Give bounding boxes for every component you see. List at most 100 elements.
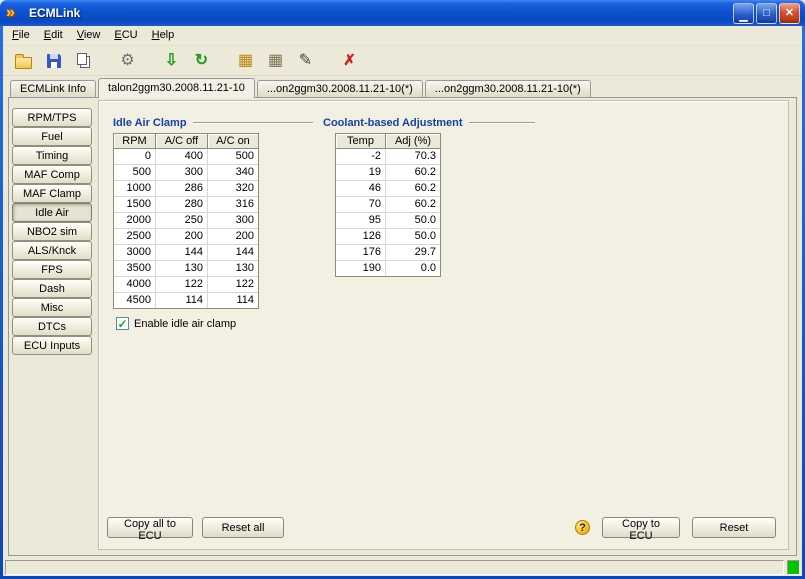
refresh-button[interactable]: ↻ [189, 48, 214, 73]
adj-cell[interactable]: 60.2 [386, 197, 440, 213]
menu-item[interactable]: View [70, 26, 108, 45]
temp-cell[interactable]: 176 [336, 245, 386, 261]
status-indicator [787, 560, 800, 575]
sidebar-item[interactable]: Timing [12, 146, 92, 165]
coolant-adjustment-table[interactable]: Temp Adj (%) -2 70.3 19 60.2 [335, 133, 441, 277]
adj-column-header: Adj (%) [386, 134, 440, 149]
sidebar-item[interactable]: MAF Comp [12, 165, 92, 184]
menu-item[interactable]: File [5, 26, 37, 45]
temp-cell[interactable]: 70 [336, 197, 386, 213]
menu-item[interactable]: Edit [37, 26, 70, 45]
temp-cell[interactable]: 95 [336, 213, 386, 229]
ac-on-cell[interactable]: 316 [208, 197, 258, 213]
temp-cell[interactable]: -2 [336, 149, 386, 165]
temp-column-header: Temp [336, 134, 386, 149]
ac-off-column-header: A/C off [156, 134, 208, 149]
sidebar-item[interactable]: NBO2 sim [12, 222, 92, 241]
sidebar-item[interactable]: RPM/TPS [12, 108, 92, 127]
table-row: 1500 280 316 [114, 197, 258, 213]
tab[interactable]: ECMLink Info [10, 80, 96, 97]
tab[interactable]: ...on2ggm30.2008.11.21-10(*) [425, 80, 591, 97]
rpm-cell[interactable]: 500 [114, 165, 156, 181]
rpm-cell[interactable]: 1000 [114, 181, 156, 197]
ac-on-cell[interactable]: 122 [208, 277, 258, 293]
adj-cell[interactable]: 50.0 [386, 213, 440, 229]
sidebar-item[interactable]: FPS [12, 260, 92, 279]
ac-off-cell[interactable]: 144 [156, 245, 208, 261]
temp-cell[interactable]: 46 [336, 181, 386, 197]
sidebar-item[interactable]: ALS/Knck [12, 241, 92, 260]
temp-cell[interactable]: 190 [336, 261, 386, 276]
minimize-button[interactable]: ▁ [733, 3, 754, 24]
sidebar-item[interactable]: Fuel [12, 127, 92, 146]
ac-on-cell[interactable]: 114 [208, 293, 258, 308]
menu-item[interactable]: Help [145, 26, 182, 45]
idle-air-clamp-table[interactable]: RPM A/C off A/C on 0 400 500 [113, 133, 259, 309]
ac-on-cell[interactable]: 200 [208, 229, 258, 245]
rpm-cell[interactable]: 2000 [114, 213, 156, 229]
rpm-cell[interactable]: 2500 [114, 229, 156, 245]
open-file-button[interactable] [11, 48, 36, 73]
adj-cell[interactable]: 29.7 [386, 245, 440, 261]
copy-to-ecu-button[interactable]: Copy to ECU [602, 517, 680, 538]
ac-on-cell[interactable]: 144 [208, 245, 258, 261]
rpm-cell[interactable]: 3500 [114, 261, 156, 277]
disconnect-button[interactable]: ✗ [337, 48, 362, 73]
ac-on-cell[interactable]: 340 [208, 165, 258, 181]
adj-cell[interactable]: 60.2 [386, 165, 440, 181]
adj-cell[interactable]: 60.2 [386, 181, 440, 197]
tab[interactable]: talon2ggm30.2008.11.21-10 [98, 78, 255, 98]
titlebar[interactable]: » ECMLink ▁ □ ✕ [0, 0, 805, 26]
edit-log-button[interactable]: ✎ [293, 48, 318, 73]
sidebar-item[interactable]: DTCs [12, 317, 92, 336]
enable-idle-air-clamp-checkbox[interactable]: ✓ Enable idle air clamp [116, 317, 313, 330]
adj-cell[interactable]: 70.3 [386, 149, 440, 165]
copy-all-to-ecu-button[interactable]: Copy all to ECU [107, 517, 193, 538]
adj-cell[interactable]: 0.0 [386, 261, 440, 276]
sidebar-item[interactable]: Misc [12, 298, 92, 317]
reset-button[interactable]: Reset [692, 517, 776, 538]
ac-off-cell[interactable]: 400 [156, 149, 208, 165]
ac-off-cell[interactable]: 114 [156, 293, 208, 308]
ac-off-cell[interactable]: 280 [156, 197, 208, 213]
temp-cell[interactable]: 126 [336, 229, 386, 245]
ac-on-cell[interactable]: 320 [208, 181, 258, 197]
sidebar-item[interactable]: Idle Air [12, 203, 92, 222]
rpm-cell[interactable]: 4000 [114, 277, 156, 293]
tab[interactable]: ...on2ggm30.2008.11.21-10(*) [257, 80, 423, 97]
rpm-cell[interactable]: 4500 [114, 293, 156, 308]
temp-cell[interactable]: 19 [336, 165, 386, 181]
sidebar-item[interactable]: MAF Clamp [12, 184, 92, 203]
ac-off-cell[interactable]: 250 [156, 213, 208, 229]
table-export-button[interactable]: ▦ [233, 48, 258, 73]
ac-off-cell[interactable]: 286 [156, 181, 208, 197]
ac-off-cell[interactable]: 300 [156, 165, 208, 181]
ac-on-cell[interactable]: 500 [208, 149, 258, 165]
log-download-button[interactable]: ⇩ [159, 48, 184, 73]
reset-all-button[interactable]: Reset all [202, 517, 284, 538]
ac-off-cell[interactable]: 130 [156, 261, 208, 277]
menu-item[interactable]: ECU [107, 26, 144, 45]
help-icon[interactable]: ? [575, 520, 590, 535]
checkbox-icon[interactable]: ✓ [116, 317, 129, 330]
ac-off-cell[interactable]: 200 [156, 229, 208, 245]
table-import-button[interactable]: ▦ [263, 48, 288, 73]
close-button[interactable]: ✕ [779, 3, 800, 24]
sidebar-item[interactable]: Dash [12, 279, 92, 298]
check-icon: ✓ [117, 319, 127, 329]
ac-off-cell[interactable]: 122 [156, 277, 208, 293]
sidebar-item[interactable]: ECU Inputs [12, 336, 92, 355]
rpm-cell[interactable]: 3000 [114, 245, 156, 261]
save-button[interactable] [41, 48, 66, 73]
ac-on-cell[interactable]: 130 [208, 261, 258, 277]
table-row: 46 60.2 [336, 181, 440, 197]
rpm-cell[interactable]: 0 [114, 149, 156, 165]
rpm-cell[interactable]: 1500 [114, 197, 156, 213]
ac-on-cell[interactable]: 300 [208, 213, 258, 229]
copy-file-button[interactable] [71, 48, 96, 73]
maximize-button[interactable]: □ [756, 3, 777, 24]
settings-button[interactable]: ⚙ [115, 48, 140, 73]
maximize-icon: □ [763, 8, 770, 19]
adj-cell[interactable]: 50.0 [386, 229, 440, 245]
close-icon: ✕ [785, 8, 794, 19]
